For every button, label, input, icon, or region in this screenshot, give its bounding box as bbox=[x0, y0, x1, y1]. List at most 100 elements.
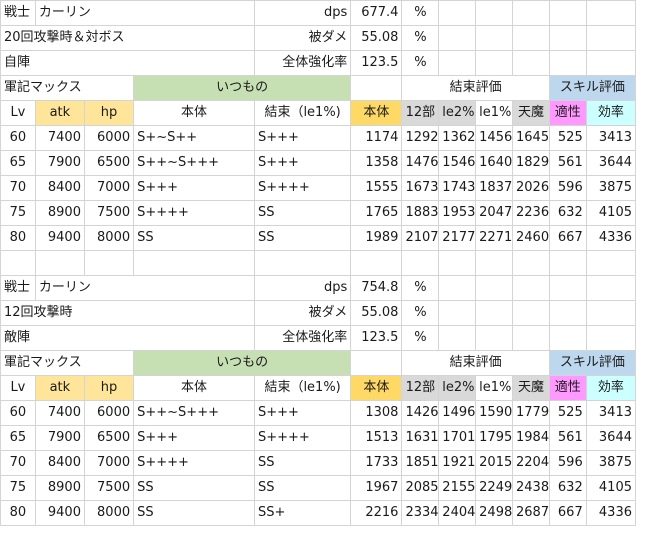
empty-cell[interactable] bbox=[548, 325, 587, 351]
empty-cell[interactable] bbox=[548, 275, 587, 301]
cell-tekisei[interactable]: 632 bbox=[548, 200, 587, 226]
column-header-atk[interactable]: atk bbox=[34, 100, 85, 126]
cell-atk[interactable]: 9400 bbox=[34, 500, 85, 526]
cell-hp[interactable]: 7500 bbox=[83, 200, 135, 226]
meta-unit-cell[interactable]: % bbox=[401, 25, 440, 51]
column-header-le1[interactable]: le1% bbox=[475, 375, 514, 401]
empty-cell[interactable] bbox=[512, 0, 550, 26]
column-header-b12[interactable]: 12部 bbox=[401, 100, 440, 126]
cell-b12[interactable]: 2107 bbox=[401, 225, 440, 251]
empty-cell[interactable] bbox=[585, 50, 637, 76]
cell-atk[interactable]: 8900 bbox=[34, 200, 85, 226]
cell-tekisei[interactable]: 667 bbox=[548, 225, 587, 251]
cell-hp[interactable]: 7500 bbox=[83, 475, 135, 501]
empty-cell[interactable] bbox=[438, 25, 477, 51]
cell-tenma[interactable]: 2438 bbox=[512, 475, 550, 501]
meta-label-cell[interactable]: 戦士 bbox=[0, 275, 36, 301]
cell-hp[interactable]: 6000 bbox=[83, 125, 135, 151]
empty-cell[interactable] bbox=[512, 50, 550, 76]
empty-cell[interactable] bbox=[438, 325, 477, 351]
empty-cell[interactable] bbox=[475, 250, 514, 276]
cell-tekisei[interactable]: 632 bbox=[548, 475, 587, 501]
cell-le2[interactable]: 1546 bbox=[438, 150, 477, 176]
cell-atk[interactable]: 9400 bbox=[34, 225, 85, 251]
empty-cell[interactable] bbox=[585, 300, 637, 326]
cell-kessoku[interactable]: SS bbox=[253, 475, 352, 501]
column-header-le1[interactable]: le1% bbox=[475, 100, 514, 126]
cell-kouritsu[interactable]: 3413 bbox=[585, 125, 637, 151]
cell-le1[interactable]: 2015 bbox=[475, 450, 514, 476]
cell-b12[interactable]: 1426 bbox=[401, 400, 440, 426]
cell-le1[interactable]: 1837 bbox=[475, 175, 514, 201]
cell-hontai[interactable]: SS bbox=[133, 225, 255, 251]
cell-kouritsu[interactable]: 3413 bbox=[585, 400, 637, 426]
cell-lv[interactable]: 80 bbox=[0, 500, 36, 526]
cell-hontai2[interactable]: 1174 bbox=[350, 125, 403, 151]
cell-lv[interactable]: 65 bbox=[0, 425, 36, 451]
empty-cell[interactable] bbox=[475, 300, 514, 326]
column-header-tenma[interactable]: 天魔 bbox=[512, 375, 550, 401]
cell-hontai2[interactable]: 1733 bbox=[350, 450, 403, 476]
cell-hontai2[interactable]: 1765 bbox=[350, 200, 403, 226]
cell-atk[interactable]: 8400 bbox=[34, 175, 85, 201]
column-header-tekisei[interactable]: 適性 bbox=[548, 100, 587, 126]
empty-cell[interactable] bbox=[475, 25, 514, 51]
empty-cell[interactable] bbox=[350, 75, 403, 101]
cell-kessoku[interactable]: SS+ bbox=[253, 500, 352, 526]
cell-hontai[interactable]: S+++ bbox=[133, 425, 255, 451]
meta-label-cell[interactable]: 敵陣 bbox=[0, 325, 255, 351]
column-header-tekisei[interactable]: 適性 bbox=[548, 375, 587, 401]
empty-cell[interactable] bbox=[512, 275, 550, 301]
meta-label-cell[interactable]: 自陣 bbox=[0, 50, 255, 76]
cell-hp[interactable]: 8000 bbox=[83, 500, 135, 526]
cell-hontai[interactable]: SS bbox=[133, 475, 255, 501]
cell-lv[interactable]: 60 bbox=[0, 125, 36, 151]
meta-value-cell[interactable]: 55.08 bbox=[350, 25, 403, 51]
empty-cell[interactable] bbox=[585, 275, 637, 301]
cell-atk[interactable]: 8400 bbox=[34, 450, 85, 476]
cell-tenma[interactable]: 2236 bbox=[512, 200, 550, 226]
cell-b12[interactable]: 1631 bbox=[401, 425, 440, 451]
meta-key-cell[interactable]: dps bbox=[253, 275, 352, 301]
group-itsumono-cell[interactable]: いつもの bbox=[133, 350, 352, 376]
empty-cell[interactable] bbox=[512, 300, 550, 326]
empty-cell[interactable] bbox=[438, 275, 477, 301]
column-header-kessoku[interactable]: 結束（le1%) bbox=[253, 100, 352, 126]
cell-hontai[interactable]: S++++ bbox=[133, 200, 255, 226]
cell-hontai2[interactable]: 1358 bbox=[350, 150, 403, 176]
empty-cell[interactable] bbox=[585, 250, 637, 276]
cell-kessoku[interactable]: SS bbox=[253, 450, 352, 476]
empty-cell[interactable] bbox=[548, 250, 587, 276]
column-header-kessoku[interactable]: 結束（le1%) bbox=[253, 375, 352, 401]
group-skill-cell[interactable]: スキル評価 bbox=[548, 75, 637, 101]
group-kessoku-cell[interactable]: 結束評価 bbox=[401, 350, 550, 376]
cell-le2[interactable]: 1953 bbox=[438, 200, 477, 226]
empty-cell[interactable] bbox=[401, 250, 440, 276]
empty-cell[interactable] bbox=[350, 350, 403, 376]
cell-le1[interactable]: 2498 bbox=[475, 500, 514, 526]
cell-hontai[interactable]: S++~S+++ bbox=[133, 400, 255, 426]
meta-key-cell[interactable]: 被ダメ bbox=[253, 300, 352, 326]
cell-hontai2[interactable]: 1555 bbox=[350, 175, 403, 201]
empty-cell[interactable] bbox=[512, 325, 550, 351]
cell-tenma[interactable]: 2460 bbox=[512, 225, 550, 251]
cell-tekisei[interactable]: 525 bbox=[548, 400, 587, 426]
column-header-hontai[interactable]: 本体 bbox=[133, 100, 255, 126]
cell-hp[interactable]: 7000 bbox=[83, 450, 135, 476]
meta-key-cell[interactable]: 全体強化率 bbox=[253, 325, 352, 351]
cell-kessoku[interactable]: SS bbox=[253, 225, 352, 251]
cell-le1[interactable]: 2271 bbox=[475, 225, 514, 251]
cell-b12[interactable]: 1476 bbox=[401, 150, 440, 176]
empty-cell[interactable] bbox=[34, 250, 85, 276]
cell-tenma[interactable]: 1829 bbox=[512, 150, 550, 176]
cell-hontai2[interactable]: 2216 bbox=[350, 500, 403, 526]
empty-cell[interactable] bbox=[438, 300, 477, 326]
cell-le2[interactable]: 2155 bbox=[438, 475, 477, 501]
column-header-hontai[interactable]: 本体 bbox=[133, 375, 255, 401]
column-header-hontai2[interactable]: 本体 bbox=[350, 375, 403, 401]
group-title-cell[interactable]: 軍記マックス bbox=[0, 75, 135, 101]
cell-tenma[interactable]: 2026 bbox=[512, 175, 550, 201]
cell-lv[interactable]: 65 bbox=[0, 150, 36, 176]
cell-hp[interactable]: 6500 bbox=[83, 425, 135, 451]
empty-cell[interactable] bbox=[548, 50, 587, 76]
